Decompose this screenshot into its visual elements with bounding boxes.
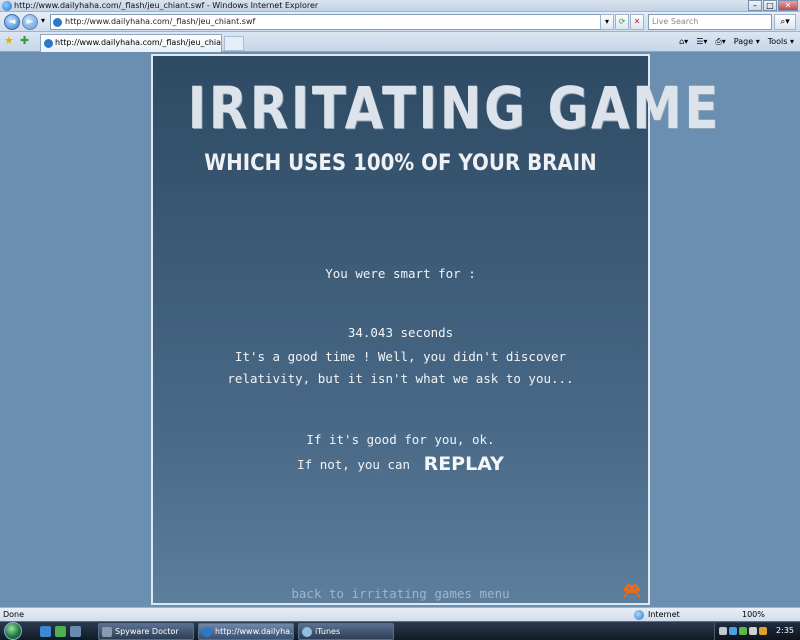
search-input[interactable]: Live Search xyxy=(648,14,772,30)
minimize-button[interactable]: – xyxy=(748,0,762,11)
recent-pages-dropdown[interactable]: ▾ xyxy=(38,14,48,30)
game-subtitle: WHICH USES 100% OF YOUR BRAIN xyxy=(204,151,597,176)
taskbar-item-label: Spyware Doctor xyxy=(115,627,179,636)
quicklaunch-desktop-icon[interactable] xyxy=(70,626,81,637)
address-dropdown-button[interactable]: ▾ xyxy=(600,14,614,30)
clock[interactable]: 2:35 xyxy=(776,623,794,639)
back-button[interactable]: ◄ xyxy=(4,14,20,30)
score-time: 34.043 seconds xyxy=(347,325,454,340)
forward-button[interactable]: ► xyxy=(22,14,38,30)
print-icon[interactable]: ⎙▾ xyxy=(715,35,725,48)
search-icon[interactable]: ⌕▾ xyxy=(774,14,796,30)
result-message: It's a good time ! Well, you didn't disc… xyxy=(227,349,574,386)
internet-explorer-icon xyxy=(2,1,12,11)
address-toolbar: ◄ ► ▾ http://www.dailyhaha.com/_flash/je… xyxy=(0,12,800,32)
taskbar-item-spyware-doctor[interactable]: Spyware Doctor xyxy=(98,623,194,640)
refresh-icon[interactable]: ⟳ xyxy=(615,14,629,30)
ie-icon xyxy=(202,627,212,637)
zoom-level[interactable]: 100% xyxy=(742,608,765,621)
maximize-button[interactable]: □ xyxy=(763,0,777,11)
page-viewport: IRRITATING GAME WHICH USES 100% OF YOUR … xyxy=(0,52,800,607)
good-for-you-text: If it's good for you, ok. xyxy=(306,432,495,447)
start-button[interactable] xyxy=(4,622,22,640)
command-bar: ⌂▾ ☰▾ ⎙▾ Page ▾ Tools ▾ xyxy=(679,35,794,48)
taskbar-item-ie[interactable]: http://www.dailyha... xyxy=(198,623,294,640)
new-tab-button[interactable] xyxy=(224,36,244,51)
tab-page-icon xyxy=(44,39,53,48)
tray-app-icon[interactable] xyxy=(759,627,767,635)
itunes-icon xyxy=(302,627,312,637)
quicklaunch-media-icon[interactable] xyxy=(55,626,66,637)
address-input[interactable]: http://www.dailyhaha.com/_flash/jeu_chia… xyxy=(50,14,612,30)
tab-toolbar: ★ ✚ http://www.dailyhaha.com/_flash/jeu_… xyxy=(0,32,800,52)
tray-volume-icon[interactable] xyxy=(749,627,757,635)
page-menu[interactable]: Page ▾ xyxy=(734,35,760,48)
quicklaunch-ie-icon[interactable] xyxy=(40,626,51,637)
replay-button[interactable]: REPLAY xyxy=(424,453,504,475)
taskbar-item-label: http://www.dailyha... xyxy=(215,627,294,636)
space-invader-icon xyxy=(624,583,640,597)
taskbar-item-label: iTunes xyxy=(315,627,341,636)
smart-for-label: You were smart for : xyxy=(325,266,476,281)
home-icon[interactable]: ⌂▾ xyxy=(679,35,688,48)
flash-game[interactable]: IRRITATING GAME WHICH USES 100% OF YOUR … xyxy=(151,54,722,605)
zone-label: Internet xyxy=(648,610,680,619)
address-url: http://www.dailyhaha.com/_flash/jeu_chia… xyxy=(65,17,256,26)
favorites-star-icon[interactable]: ★ xyxy=(4,35,14,47)
system-tray: 2:35 xyxy=(714,623,800,640)
tray-security-icon[interactable] xyxy=(739,627,747,635)
stop-icon[interactable]: ✕ xyxy=(630,14,644,30)
taskbar-item-itunes[interactable]: iTunes xyxy=(298,623,394,640)
security-zone: Internet xyxy=(632,608,680,621)
game-title: IRRITATING GAME xyxy=(187,74,722,142)
browser-tab[interactable]: http://www.dailyhaha.com/_flash/jeu_chia… xyxy=(40,34,222,52)
status-bar: Done Internet 100% xyxy=(0,607,800,621)
replay-line: If not, you can REPLAY xyxy=(153,453,648,476)
status-text: Done xyxy=(3,610,25,619)
window-controls: – □ ✕ xyxy=(748,0,798,11)
close-button[interactable]: ✕ xyxy=(778,0,798,11)
windows-taskbar: Spyware Doctor http://www.dailyha... iTu… xyxy=(0,621,800,640)
page-icon xyxy=(53,18,62,27)
back-to-menu-link[interactable]: back to irritating games menu xyxy=(153,586,648,601)
globe-icon xyxy=(634,610,644,620)
if-not-text: If not, you can xyxy=(297,457,411,472)
tab-label: http://www.dailyhaha.com/_flash/jeu_chia… xyxy=(55,38,222,47)
tools-menu[interactable]: Tools ▾ xyxy=(768,35,794,48)
add-favorite-icon[interactable]: ✚ xyxy=(20,35,29,47)
tray-network-icon[interactable] xyxy=(729,627,737,635)
window-title: http://www.dailyhaha.com/_flash/jeu_chia… xyxy=(14,1,319,10)
window-title-bar: http://www.dailyhaha.com/_flash/jeu_chia… xyxy=(0,0,800,12)
feeds-icon[interactable]: ☰▾ xyxy=(696,35,707,48)
tray-expand-icon[interactable] xyxy=(719,627,727,635)
spyware-doctor-icon xyxy=(102,627,112,637)
